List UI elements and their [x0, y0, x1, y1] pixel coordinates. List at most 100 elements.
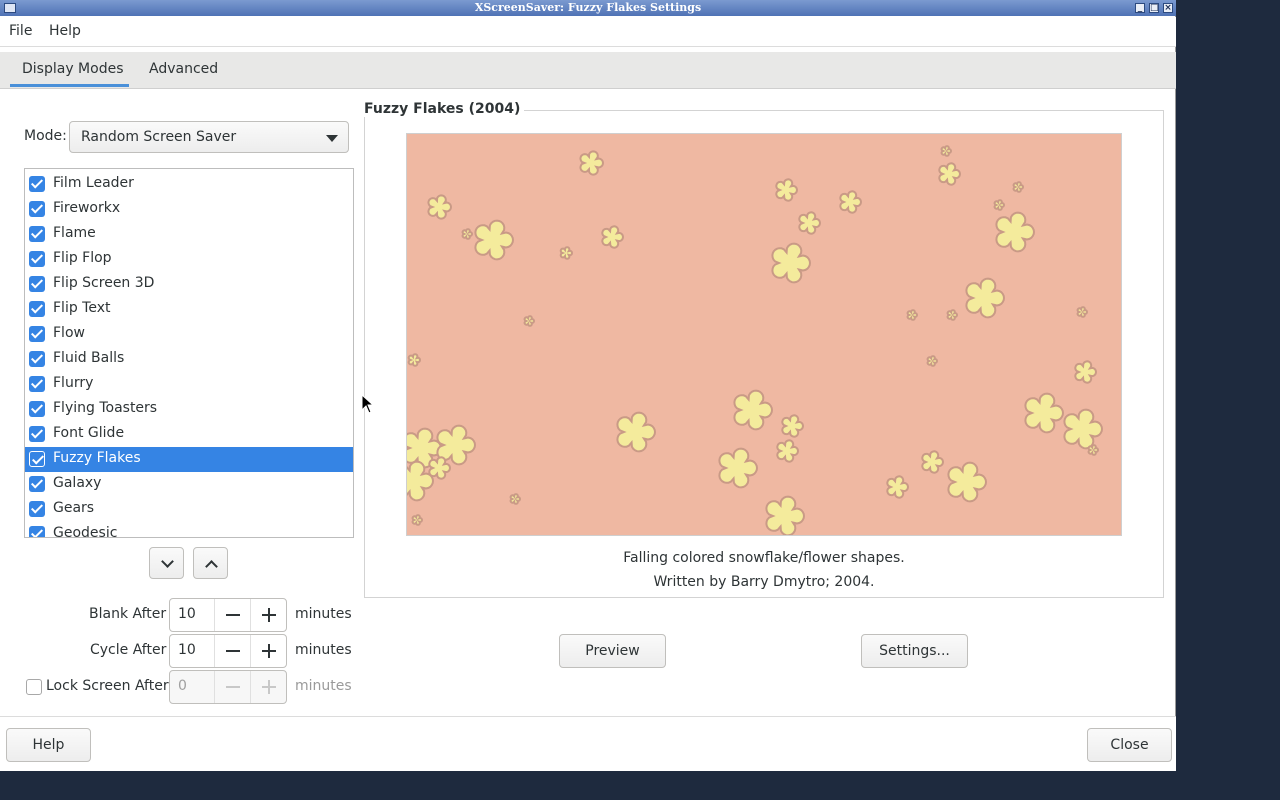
blank-after-value[interactable]: 10	[178, 606, 196, 622]
list-item-label: Galaxy	[53, 475, 102, 491]
close-button[interactable]: Close	[1087, 728, 1172, 762]
lock-screen-value: 0	[178, 678, 187, 694]
list-item[interactable]: Fluid Balls	[25, 347, 353, 372]
flake-shape	[765, 495, 806, 535]
list-item[interactable]: Font Glide	[25, 422, 353, 447]
cycle-after-label: Cycle After	[90, 642, 167, 658]
list-item[interactable]: Flame	[25, 222, 353, 247]
list-item-checkbox[interactable]	[29, 401, 45, 417]
list-item-label: Geodesic	[53, 525, 118, 538]
flake-shape	[886, 475, 910, 499]
list-item-checkbox[interactable]	[29, 351, 45, 367]
list-item-checkbox[interactable]	[29, 201, 45, 217]
cycle-after-value[interactable]: 10	[178, 642, 196, 658]
flake-shape	[1076, 306, 1089, 318]
flake-shape	[427, 194, 453, 220]
flakes-illustration	[407, 145, 1104, 535]
move-up-button[interactable]	[193, 547, 228, 579]
cycle-after-unit: minutes	[295, 642, 352, 658]
list-item[interactable]: Geodesic	[25, 522, 353, 538]
flake-shape	[461, 228, 474, 240]
flake-shape	[407, 353, 422, 367]
list-item[interactable]: Gears	[25, 497, 353, 522]
chevron-down-icon	[161, 555, 174, 568]
flake-shape	[407, 460, 435, 502]
minimize-icon[interactable]: _	[1135, 3, 1145, 13]
decrement-icon[interactable]	[226, 650, 240, 652]
lock-screen-checkbox[interactable]	[26, 679, 42, 695]
flake-shape	[411, 514, 424, 526]
mode-dropdown[interactable]: Random Screen Saver	[69, 121, 349, 153]
list-item-label: Gears	[53, 500, 95, 516]
flake-shape	[579, 150, 605, 176]
title-bar[interactable]: XScreenSaver: Fuzzy Flakes Settings _ □ …	[0, 0, 1176, 16]
screensaver-list[interactable]: Film Leader Fireworkx Flame Flip Flop Flip S…	[24, 168, 354, 538]
preview-button[interactable]: Preview	[559, 634, 666, 668]
list-item[interactable]: Film Leader	[25, 172, 353, 197]
maximize-icon[interactable]: □	[1149, 3, 1159, 13]
flake-shape	[771, 242, 812, 284]
list-item-checkbox[interactable]	[29, 501, 45, 517]
flake-shape	[798, 211, 822, 235]
flake-shape	[781, 414, 805, 438]
tab-display-modes[interactable]: Display Modes	[22, 61, 124, 77]
chevron-up-icon	[205, 560, 218, 573]
decrement-icon[interactable]	[226, 614, 240, 616]
help-button[interactable]: Help	[6, 728, 91, 762]
cycle-after-spinner[interactable]: 10	[169, 634, 287, 668]
settings-button[interactable]: Settings...	[861, 634, 968, 668]
list-item[interactable]: Flip Screen 3D	[25, 272, 353, 297]
list-item-checkbox[interactable]	[29, 451, 45, 467]
list-item-checkbox[interactable]	[29, 476, 45, 492]
list-item[interactable]: Flip Flop	[25, 247, 353, 272]
list-item-checkbox[interactable]	[29, 526, 45, 537]
decrement-icon	[226, 686, 240, 688]
flake-shape	[1012, 181, 1025, 193]
flake-shape	[926, 355, 939, 367]
list-item-checkbox[interactable]	[29, 251, 45, 267]
menu-bar: File Help	[0, 17, 1176, 47]
menu-file[interactable]: File	[9, 23, 32, 39]
list-item-checkbox[interactable]	[29, 176, 45, 192]
list-item[interactable]: Flip Text	[25, 297, 353, 322]
list-item-checkbox[interactable]	[29, 276, 45, 292]
flake-shape	[946, 309, 959, 321]
list-item[interactable]: Fireworkx	[25, 197, 353, 222]
flake-shape	[559, 246, 574, 260]
window-menu-icon[interactable]	[4, 3, 16, 13]
flake-shape	[938, 162, 962, 186]
window-title: XScreenSaver: Fuzzy Flakes Settings	[474, 1, 702, 14]
list-item-checkbox[interactable]	[29, 301, 45, 317]
list-item-label: Flurry	[53, 375, 94, 391]
list-item-checkbox[interactable]	[29, 426, 45, 442]
list-item[interactable]: Flurry	[25, 372, 353, 397]
list-item[interactable]: Flying Toasters	[25, 397, 353, 422]
active-tab-indicator	[10, 84, 129, 87]
list-item-label: Font Glide	[53, 425, 125, 441]
list-item[interactable]: Flow	[25, 322, 353, 347]
dropdown-arrow-icon	[326, 135, 338, 142]
flake-shape	[474, 219, 515, 261]
lock-screen-unit: minutes	[295, 678, 352, 694]
tab-advanced[interactable]: Advanced	[149, 61, 218, 77]
close-window-icon[interactable]: ×	[1163, 3, 1173, 13]
move-down-button[interactable]	[149, 547, 184, 579]
settings-window: XScreenSaver: Fuzzy Flakes Settings _ □ …	[0, 0, 1176, 771]
mouse-cursor-icon	[361, 394, 373, 414]
menu-help[interactable]: Help	[49, 23, 81, 39]
list-item[interactable]: Galaxy	[25, 472, 353, 497]
list-item-checkbox[interactable]	[29, 226, 45, 242]
preview-credit: Written by Barry Dmytro; 2004.	[653, 574, 875, 590]
list-item-checkbox[interactable]	[29, 376, 45, 392]
lock-screen-spinner: 0	[169, 670, 287, 704]
flake-shape	[993, 199, 1006, 211]
list-item[interactable]: Fuzzy Flakes	[25, 447, 353, 472]
blank-after-spinner[interactable]: 10	[169, 598, 287, 632]
mode-label: Mode:	[24, 128, 67, 144]
list-item-checkbox[interactable]	[29, 326, 45, 342]
flake-shape	[509, 493, 522, 505]
flake-shape	[775, 178, 799, 202]
flake-shape	[965, 277, 1006, 319]
flake-shape	[839, 190, 863, 214]
flake-shape	[947, 461, 988, 503]
